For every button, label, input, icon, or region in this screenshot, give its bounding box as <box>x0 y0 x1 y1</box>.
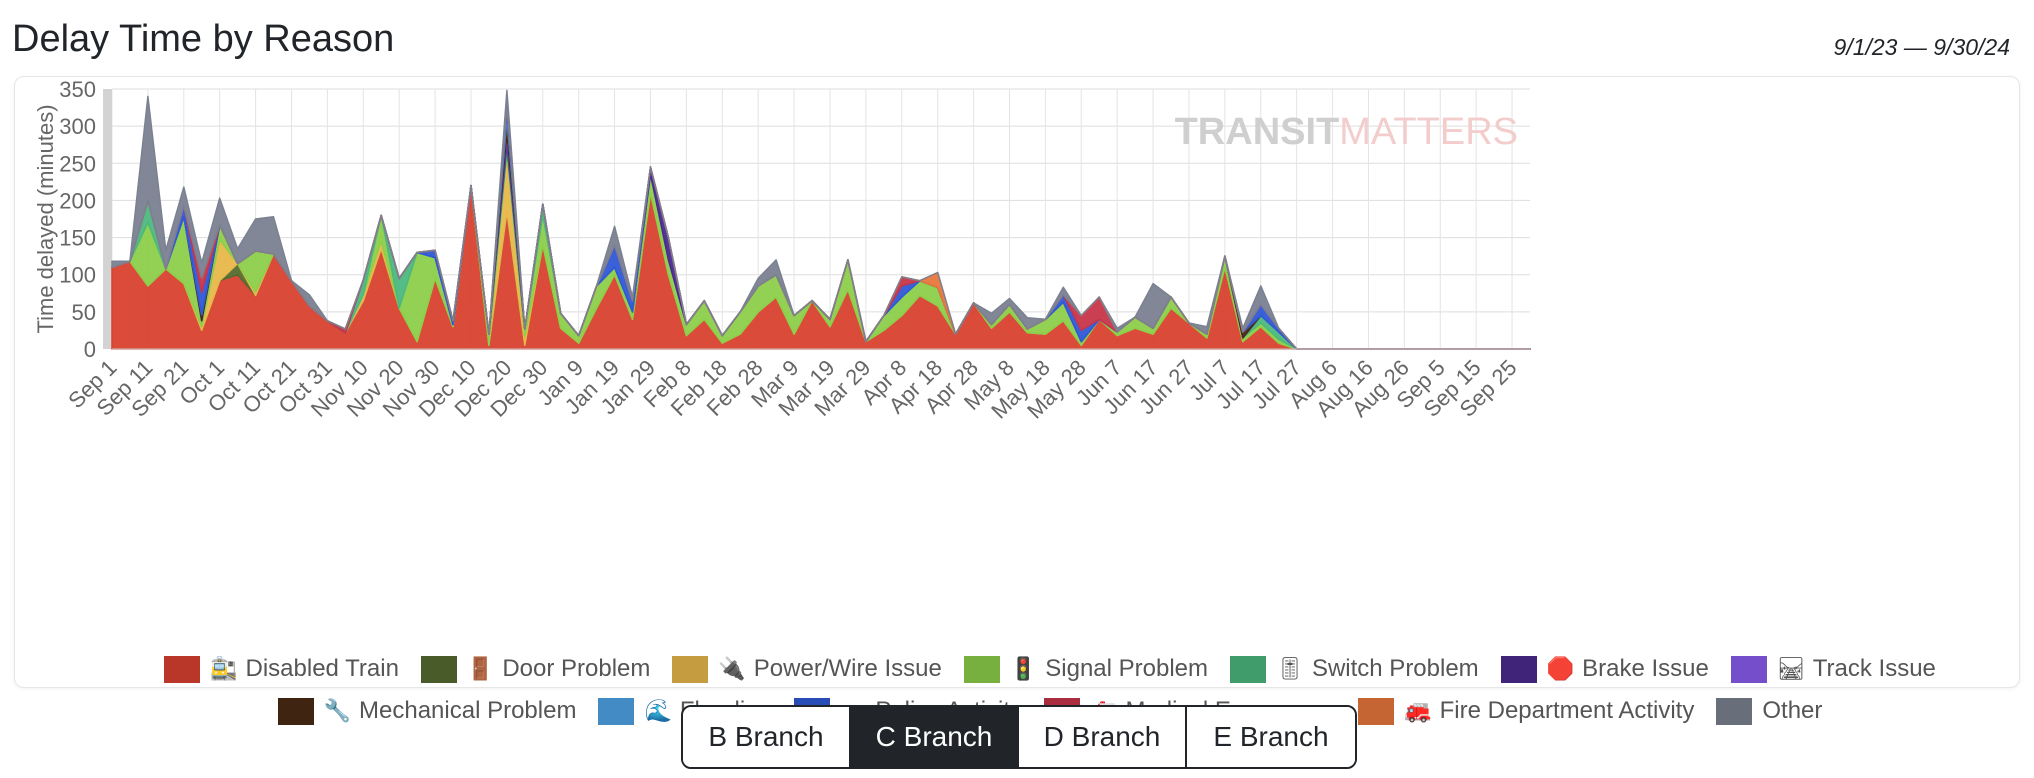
legend-swatch <box>277 697 314 725</box>
legend-item-disabled-train[interactable]: 🚉 Disabled Train <box>164 655 399 683</box>
track-issue-icon: 🛤 <box>1776 656 1805 681</box>
chart-card: TRANSITMATTERS 0 50 100 150 200 250 300 350 Time … <box>14 76 2020 725</box>
legend-item-door-problem[interactable]: 🚪 Door Problem <box>420 655 651 683</box>
legend-swatch <box>672 655 709 683</box>
y-tick-label: 50 <box>72 300 96 325</box>
branch-selector: B Branch C Branch D Branch E Branch <box>681 705 1357 769</box>
y-axis-label: Time delayed (minutes) <box>33 104 58 333</box>
legend-swatch <box>598 697 635 725</box>
series-area-disabled-train <box>111 184 1531 350</box>
legend-label: Fire Department Activity <box>1439 697 1695 724</box>
power-wire-issue-icon: 🔌 <box>718 656 746 681</box>
legend-swatch <box>1358 697 1395 725</box>
legend-item-track-issue[interactable]: 🛤 Track Issue <box>1730 655 1936 683</box>
legend-item-power-wire-issue[interactable]: 🔌 Power/Wire Issue <box>672 655 942 683</box>
signal-problem-icon: 🚦 <box>1009 656 1038 681</box>
delay-area-chart: TRANSITMATTERS 0 50 100 150 200 250 300 350Time … <box>33 77 1531 424</box>
branch-button-b-branch[interactable]: B Branch <box>683 707 851 767</box>
flooding-icon: 🌊 <box>644 698 672 723</box>
legend-label: Track Issue <box>1812 655 1936 682</box>
mechanical-problem-icon: 🔧 <box>323 698 352 723</box>
branch-button-e-branch[interactable]: E Branch <box>1187 707 1355 767</box>
legend-swatch <box>1716 697 1753 725</box>
legend-label: Power/Wire Issue <box>753 655 942 682</box>
y-tick-label: 200 <box>59 188 96 213</box>
fire-department-activity-icon: 🚒 <box>1404 698 1432 723</box>
legend-swatch <box>164 655 201 683</box>
date-range: 9/1/23 — 9/30/24 <box>1833 34 2010 60</box>
legend-label: Disabled Train <box>245 655 399 682</box>
legend-item-fire-department-activity[interactable]: 🚒 Fire Department Activity <box>1358 697 1694 725</box>
legend-label: Signal Problem <box>1045 655 1209 682</box>
legend-label: Door Problem <box>502 655 651 682</box>
y-tick-label: 350 <box>59 77 96 102</box>
legend-item-other[interactable]: Other <box>1716 697 1822 725</box>
legend-item-brake-issue[interactable]: 🛑 Brake Issue <box>1500 655 1709 683</box>
door-problem-icon: 🚪 <box>466 656 495 681</box>
legend-label: Brake Issue <box>1582 655 1709 682</box>
y-tick-label: 150 <box>59 226 96 251</box>
legend-swatch <box>1230 655 1267 683</box>
legend-swatch <box>1500 655 1537 683</box>
y-tick-label: 100 <box>59 263 96 288</box>
page-title: Delay Time by Reason <box>12 18 395 60</box>
legend-item-signal-problem[interactable]: 🚦 Signal Problem <box>963 655 1209 683</box>
legend-swatch <box>420 655 457 683</box>
legend-item-mechanical-problem[interactable]: 🔧 Mechanical Problem <box>277 697 577 725</box>
switch-problem-icon: 🎚 <box>1276 656 1304 681</box>
legend-item-switch-problem[interactable]: 🎚 Switch Problem <box>1230 655 1479 683</box>
legend-label: Mechanical Problem <box>359 697 577 724</box>
axis-band <box>103 89 112 349</box>
branch-button-d-branch[interactable]: D Branch <box>1019 707 1187 767</box>
legend-label: Other <box>1762 697 1823 724</box>
legend-swatch <box>1730 655 1767 683</box>
disabled-train-icon: 🚉 <box>210 656 238 681</box>
y-tick-label: 250 <box>59 151 96 176</box>
legend-label: Switch Problem <box>1311 655 1479 682</box>
branch-button-c-branch[interactable]: C Branch <box>851 707 1019 767</box>
y-tick-label: 0 <box>84 337 96 362</box>
legend-swatch <box>963 655 1000 683</box>
y-tick-label: 300 <box>59 114 96 139</box>
brake-issue-icon: 🛑 <box>1546 656 1575 681</box>
watermark: TRANSITMATTERS <box>1175 111 1518 153</box>
